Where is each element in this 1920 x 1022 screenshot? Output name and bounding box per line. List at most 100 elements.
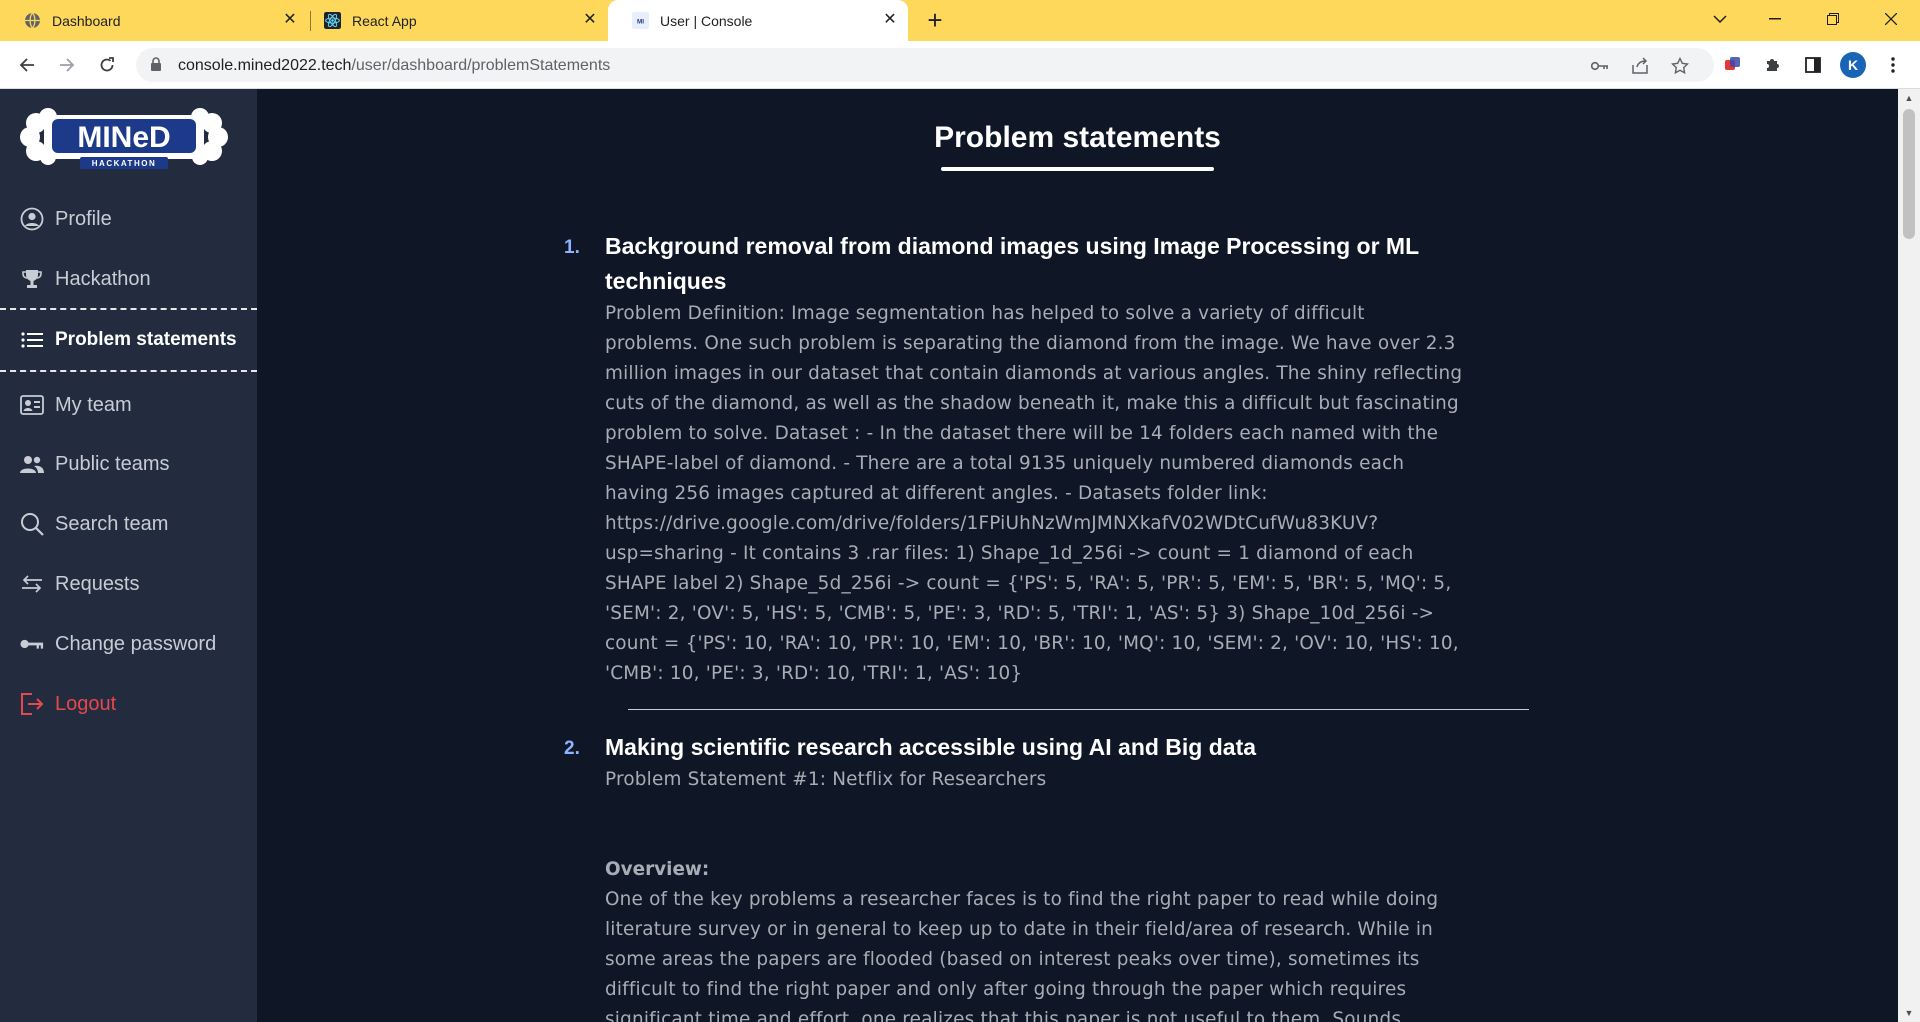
description-line: usp=sharing - It contains 3 .rar files: … — [605, 543, 1414, 564]
sidebar-item-label: Hackathon — [55, 267, 151, 290]
list-icon — [20, 328, 44, 352]
main-content: Problem statements 1. Background removal… — [257, 89, 1898, 1022]
page-title: Problem statements — [934, 121, 1221, 154]
minimize-window-button[interactable] — [1752, 0, 1798, 38]
side-panel-icon[interactable] — [1802, 54, 1824, 76]
description-line: 'CMB': 10, 'PE': 3, 'RD': 10, 'TRI': 1, … — [605, 663, 1023, 684]
problem-subtitle: Problem Statement #1: Netflix for Resear… — [605, 769, 1047, 790]
new-tab-button[interactable]: + — [922, 7, 948, 34]
share-icon[interactable] — [1630, 56, 1650, 76]
problem-title: Making scientific research accessible us… — [605, 734, 1257, 760]
sidebar-item-label: Search team — [55, 512, 169, 535]
sidebar-item-label: Problem statements — [55, 329, 237, 350]
description-line: literature survey or in general to keep … — [605, 919, 1433, 940]
sidebar-item-my-team[interactable]: My team — [0, 382, 257, 428]
description-line: significant time and effort, one realize… — [605, 1009, 1402, 1022]
tab-title: React App — [352, 13, 417, 29]
close-tab-icon[interactable]: ✕ — [280, 10, 300, 30]
tab-title: Dashboard — [52, 13, 121, 29]
arrows-exchange-icon — [20, 572, 44, 596]
description-line: million images in our dataset that conta… — [605, 363, 1463, 384]
sidebar-item-search-team[interactable]: Search team — [0, 501, 257, 547]
forward-button[interactable] — [53, 51, 81, 79]
address-bar[interactable]: console.mined2022.tech/user/dashboard/pr… — [136, 48, 1714, 82]
profile-avatar[interactable]: K — [1840, 52, 1866, 78]
url-path: /user/dashboard/problemStatements — [351, 57, 611, 74]
sidebar-item-label: Change password — [55, 632, 217, 655]
back-button[interactable] — [13, 51, 41, 79]
description-line: problem to solve. Dataset : - In the dat… — [605, 423, 1439, 444]
description-line: One of the key problems a researcher fac… — [605, 889, 1439, 910]
description-line: Problem Definition: Image segmentation h… — [605, 303, 1365, 324]
description-line: SHAPE-label of diamond. - There are a to… — [605, 453, 1405, 474]
browser-tab-user-console[interactable]: MI User | Console ✕ — [608, 0, 908, 41]
puzzle-icon[interactable] — [1762, 54, 1784, 76]
logout-icon — [20, 692, 44, 716]
key-icon[interactable] — [1590, 56, 1610, 76]
browser-toolbar: console.mined2022.tech/user/dashboard/pr… — [0, 41, 1920, 89]
team-card-icon — [20, 393, 44, 417]
description-line: having 256 images captured at different … — [605, 483, 1268, 504]
problem-number: 2. — [564, 738, 580, 759]
sidebar-item-label: Profile — [55, 207, 112, 230]
arrow-left-icon — [19, 58, 34, 72]
problem-number: 1. — [564, 237, 580, 258]
sidebar-item-label: Logout — [55, 692, 117, 715]
mined-favicon: MI — [632, 12, 649, 29]
scroll-up-arrow-icon[interactable]: ▲ — [1903, 92, 1915, 104]
problem-description: Problem Definition: Image segmentation h… — [605, 299, 1525, 689]
user-circle-icon — [20, 207, 44, 231]
description-line: cuts of the diamond, as well as the shad… — [605, 393, 1459, 414]
scroll-down-arrow-icon[interactable]: ▼ — [1903, 1007, 1915, 1019]
globe-icon — [25, 12, 40, 29]
sidebar-item-label: Public teams — [55, 452, 170, 475]
browser-tab-react-app[interactable]: React App ✕ — [300, 0, 608, 41]
section-heading: Overview: — [605, 859, 710, 880]
sidebar-item-change-password[interactable]: Change password — [0, 621, 257, 667]
sidebar-item-requests[interactable]: Requests — [0, 561, 257, 607]
browser-tab-dashboard[interactable]: Dashboard ✕ — [0, 0, 308, 41]
url-text: console.mined2022.tech/user/dashboard/pr… — [178, 57, 610, 75]
description-line: difficult to find the right paper and on… — [605, 979, 1407, 1000]
sidebar-item-problem-statements[interactable]: Problem statements — [0, 308, 257, 372]
logo-text: MINeD — [77, 121, 170, 154]
tab-search-icon[interactable] — [1697, 0, 1743, 38]
people-icon — [20, 452, 44, 476]
dataset-link[interactable]: https://drive.google.com/drive/folders/1… — [605, 509, 1525, 539]
close-window-button[interactable] — [1868, 0, 1914, 38]
tab-title: User | Console — [660, 13, 753, 29]
close-tab-icon[interactable]: ✕ — [880, 10, 900, 30]
search-icon — [20, 512, 44, 536]
extension-icon[interactable] — [1722, 54, 1744, 76]
description-line: problems. One such problem is separating… — [605, 333, 1456, 354]
sidebar-item-profile[interactable]: Profile — [0, 196, 257, 242]
description-line: SHAPE label 2) Shape_5d_256i -> count = … — [605, 573, 1452, 594]
arrow-right-icon — [60, 58, 75, 72]
sidebar-item-public-teams[interactable]: Public teams — [0, 441, 257, 487]
problem-statement-item: 2. Making scientific research accessible… — [564, 730, 1525, 1022]
close-tab-icon[interactable]: ✕ — [580, 10, 600, 30]
reload-button[interactable] — [93, 51, 121, 79]
restore-window-button[interactable] — [1810, 0, 1856, 38]
sidebar-item-label: My team — [55, 393, 132, 416]
kebab-menu-icon[interactable] — [1882, 54, 1904, 76]
logo-subtext: HACKATHON — [92, 159, 156, 168]
problem-description: One of the key problems a researcher fac… — [605, 885, 1525, 1022]
problem-statement-item: 1. Background removal from diamond image… — [564, 229, 1525, 689]
key-icon — [20, 632, 44, 656]
sidebar-item-logout[interactable]: Logout — [0, 681, 257, 727]
description-line: some areas the papers are flooded (based… — [605, 949, 1420, 970]
sidebar-item-label: Requests — [55, 572, 140, 595]
reload-icon — [100, 57, 114, 72]
trophy-icon — [20, 267, 44, 291]
scroll-thumb[interactable] — [1903, 109, 1915, 239]
description-line: 'SEM': 2, 'OV': 5, 'HS': 5, 'CMB': 5, 'P… — [605, 603, 1435, 624]
problem-title: Background removal from diamond images u… — [605, 233, 1419, 294]
mined-hackathon-logo[interactable]: MINeD HACKATHON — [20, 103, 228, 173]
sidebar-item-hackathon[interactable]: Hackathon — [0, 256, 257, 302]
svg-text:MI: MI — [637, 19, 644, 26]
bookmark-star-icon[interactable] — [1670, 56, 1690, 76]
page-scrollbar[interactable]: ▲ ▼ — [1898, 89, 1920, 1022]
browser-tab-strip: Dashboard ✕ React App ✕ MI User | Consol… — [0, 0, 1920, 41]
